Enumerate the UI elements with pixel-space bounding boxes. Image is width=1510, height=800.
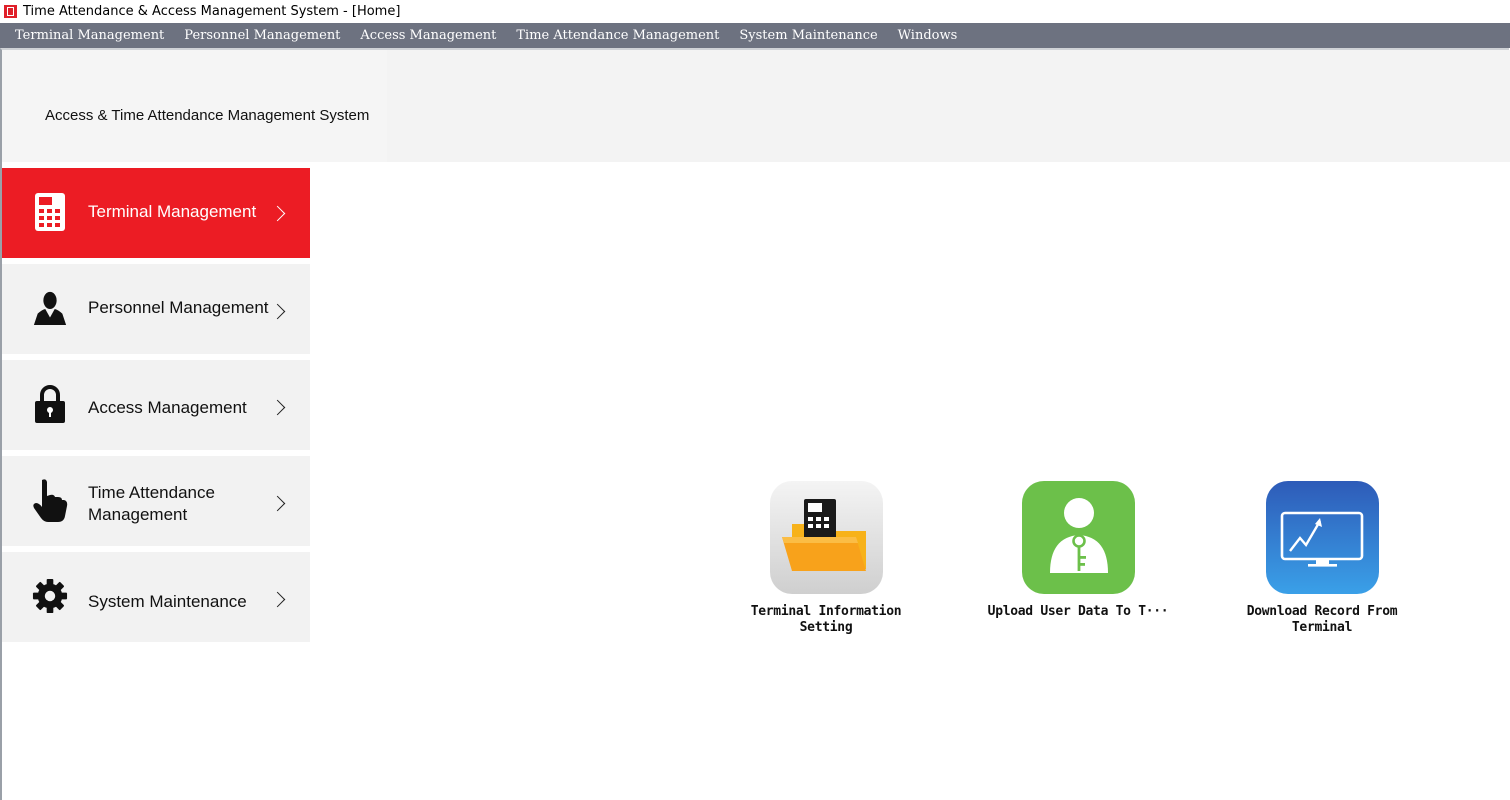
tile-label: Terminal Information Setting	[750, 604, 902, 635]
menu-system-maintenance[interactable]: System Maintenance	[729, 23, 887, 48]
sidebar-item-system-maintenance[interactable]: System Maintenance	[2, 552, 310, 642]
banner-left-panel: Access & Time Attendance Management Syst…	[2, 50, 387, 162]
tile-download-record[interactable]: Download Record From Terminal	[1222, 481, 1422, 636]
terminal-folder-icon	[769, 481, 883, 594]
sidebar-item-label: Personnel Management	[88, 298, 269, 317]
tile-upload-user-data[interactable]: Upload User Data To T···	[978, 481, 1178, 620]
person-icon	[32, 288, 68, 328]
menu-personnel-management[interactable]: Personnel Management	[174, 23, 350, 48]
sidebar-item-access-management[interactable]: Access Management	[2, 360, 310, 450]
gear-icon	[32, 576, 68, 616]
sidebar-item-label: System Maintenance	[88, 592, 247, 611]
sidebar-item-label: Terminal Management	[88, 202, 257, 221]
menu-windows[interactable]: Windows	[888, 23, 968, 48]
window-title: Time Attendance & Access Management Syst…	[23, 4, 401, 19]
tile-label: Download Record From Terminal	[1246, 604, 1398, 635]
banner: Access & Time Attendance Management Syst…	[2, 50, 1510, 162]
sidebar-item-label: Access Management	[88, 398, 247, 417]
sidebar-item-label: Time Attendance Management	[88, 483, 215, 524]
menu-terminal-management[interactable]: Terminal Management	[0, 23, 174, 48]
app-icon	[4, 5, 17, 18]
banner-title: Access & Time Attendance Management Syst…	[45, 107, 370, 124]
sidebar-item-personnel-management[interactable]: Personnel Management	[2, 264, 310, 354]
chevron-right-icon	[269, 205, 286, 222]
terminal-icon	[32, 192, 68, 232]
menu-time-attendance-management[interactable]: Time Attendance Management	[506, 23, 729, 48]
chevron-right-icon	[269, 495, 286, 512]
lock-icon	[32, 384, 68, 424]
tile-terminal-information-setting[interactable]: Terminal Information Setting	[726, 481, 926, 636]
sidebar-item-terminal-management[interactable]: Terminal Management	[2, 168, 310, 258]
chevron-right-icon	[269, 399, 286, 416]
tile-label: Upload User Data To T···	[987, 604, 1169, 619]
user-key-icon	[1021, 481, 1135, 594]
main-frame: Access & Time Attendance Management Syst…	[0, 48, 1510, 800]
menu-access-management[interactable]: Access Management	[350, 23, 506, 48]
chevron-right-icon	[269, 303, 286, 320]
chevron-right-icon	[269, 591, 286, 608]
title-bar: Time Attendance & Access Management Syst…	[0, 0, 1510, 23]
hand-pointer-icon	[32, 479, 68, 522]
menu-bar: Terminal Management Personnel Management…	[0, 23, 1510, 48]
monitor-chart-icon	[1265, 481, 1379, 594]
sidebar-item-time-attendance-management[interactable]: Time Attendance Management	[2, 456, 310, 546]
